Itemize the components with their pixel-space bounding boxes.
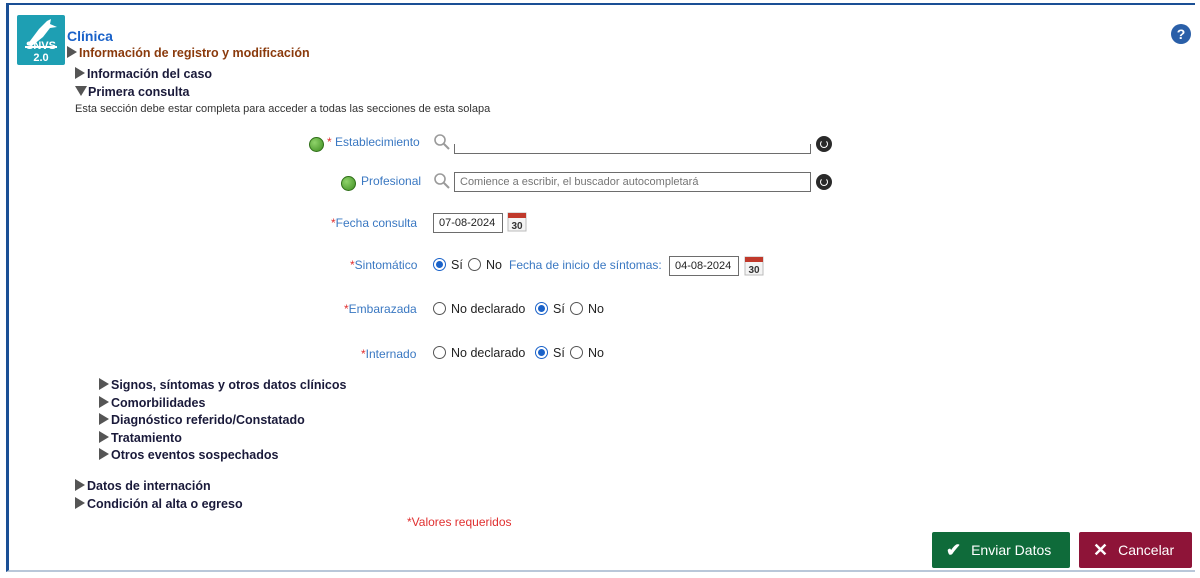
- internado-no-radio[interactable]: [570, 346, 583, 359]
- embarazada-no-declarado-radio[interactable]: [433, 302, 446, 315]
- section-registro-label: Información de registro y modificación: [79, 46, 310, 60]
- cancel-button-label: Cancelar: [1118, 542, 1175, 558]
- sintomatico-no-label: No: [486, 258, 502, 272]
- establecimiento-label: * Establecimiento: [327, 135, 420, 149]
- internado-label: *Internado: [361, 347, 417, 361]
- embarazada-si-radio[interactable]: [535, 302, 548, 315]
- calendar-icon[interactable]: 30: [507, 212, 527, 232]
- internado-si-label: Sí: [553, 346, 565, 360]
- subsection-signos[interactable]: Signos, síntomas y otros datos clínicos: [99, 378, 346, 392]
- subsection-otros-eventos[interactable]: Otros eventos sospechados: [99, 448, 278, 462]
- fecha-inicio-label: Fecha de inicio de síntomas:: [509, 258, 662, 272]
- expand-arrow-icon: [75, 67, 85, 79]
- clear-icon[interactable]: [816, 174, 832, 190]
- profesional-label: Profesional: [361, 174, 422, 188]
- internado-si-radio[interactable]: [535, 346, 548, 359]
- section-note: Esta sección debe estar completa para ac…: [75, 103, 491, 115]
- section-primera-consulta[interactable]: Primera consulta: [75, 85, 189, 99]
- subsection-diagnostico[interactable]: Diagnóstico referido/Constatado: [99, 413, 305, 427]
- fecha-consulta-input[interactable]: [433, 213, 503, 233]
- calendar-icon[interactable]: 30: [744, 256, 764, 276]
- page-title: Clínica: [67, 28, 113, 44]
- embarazada-no-declarado-label: No declarado: [451, 302, 526, 316]
- sintomatico-label: *Sintomático: [350, 258, 418, 272]
- expand-arrow-icon: [99, 378, 109, 390]
- expand-arrow-icon: [99, 448, 109, 460]
- section-primera-consulta-label: Primera consulta: [88, 85, 190, 99]
- section-condicion[interactable]: Condición al alta o egreso: [75, 497, 243, 511]
- help-icon[interactable]: ?: [1171, 24, 1191, 44]
- subsection-comorbilidades[interactable]: Comorbilidades: [99, 396, 205, 410]
- expand-arrow-icon: [75, 497, 85, 509]
- fecha-consulta-label: *Fecha consulta: [331, 216, 418, 230]
- embarazada-no-label: No: [588, 302, 604, 316]
- section-internacion[interactable]: Datos de internación: [75, 479, 211, 493]
- globe-icon[interactable]: [341, 176, 356, 191]
- fecha-inicio-input[interactable]: [669, 256, 739, 276]
- expand-arrow-icon: [99, 413, 109, 425]
- internado-no-declarado-label: No declarado: [451, 346, 526, 360]
- cancel-button[interactable]: ✕ Cancelar: [1079, 532, 1192, 568]
- expand-arrow-icon: [99, 396, 109, 408]
- section-caso-label: Información del caso: [87, 67, 213, 81]
- send-button[interactable]: ✔ Enviar Datos: [932, 532, 1070, 568]
- logo-label: SNVS 2.0: [26, 40, 56, 64]
- embarazada-label: *Embarazada: [344, 302, 417, 316]
- sintomatico-no-radio[interactable]: [468, 258, 481, 271]
- close-icon: ✕: [1093, 539, 1109, 560]
- autocomplete-overlay: [448, 124, 818, 144]
- collapse-arrow-icon: [75, 86, 87, 96]
- calendar-day: 30: [748, 265, 760, 276]
- expand-arrow-icon: [75, 479, 85, 491]
- calendar-day: 30: [511, 221, 523, 232]
- internado-no-declarado-radio[interactable]: [433, 346, 446, 359]
- expand-arrow-icon: [67, 46, 77, 58]
- snvs-logo: SNVS 2.0: [17, 15, 65, 65]
- required-note: *Valores requeridos: [407, 515, 512, 529]
- embarazada-si-label: Sí: [553, 302, 565, 316]
- section-registro[interactable]: Información de registro y modificación: [67, 46, 310, 60]
- send-button-label: Enviar Datos: [971, 542, 1052, 558]
- internado-no-label: No: [588, 346, 604, 360]
- sintomatico-si-radio[interactable]: [433, 258, 446, 271]
- globe-icon[interactable]: [309, 137, 324, 152]
- subsection-tratamiento[interactable]: Tratamiento: [99, 431, 182, 445]
- search-icon[interactable]: [433, 172, 451, 190]
- section-caso[interactable]: Información del caso: [75, 67, 212, 81]
- sintomatico-si-label: Sí: [451, 258, 463, 272]
- expand-arrow-icon: [99, 431, 109, 443]
- embarazada-no-radio[interactable]: [570, 302, 583, 315]
- clear-icon[interactable]: [816, 136, 832, 152]
- profesional-input[interactable]: [454, 172, 811, 192]
- check-icon: ✔: [946, 539, 962, 560]
